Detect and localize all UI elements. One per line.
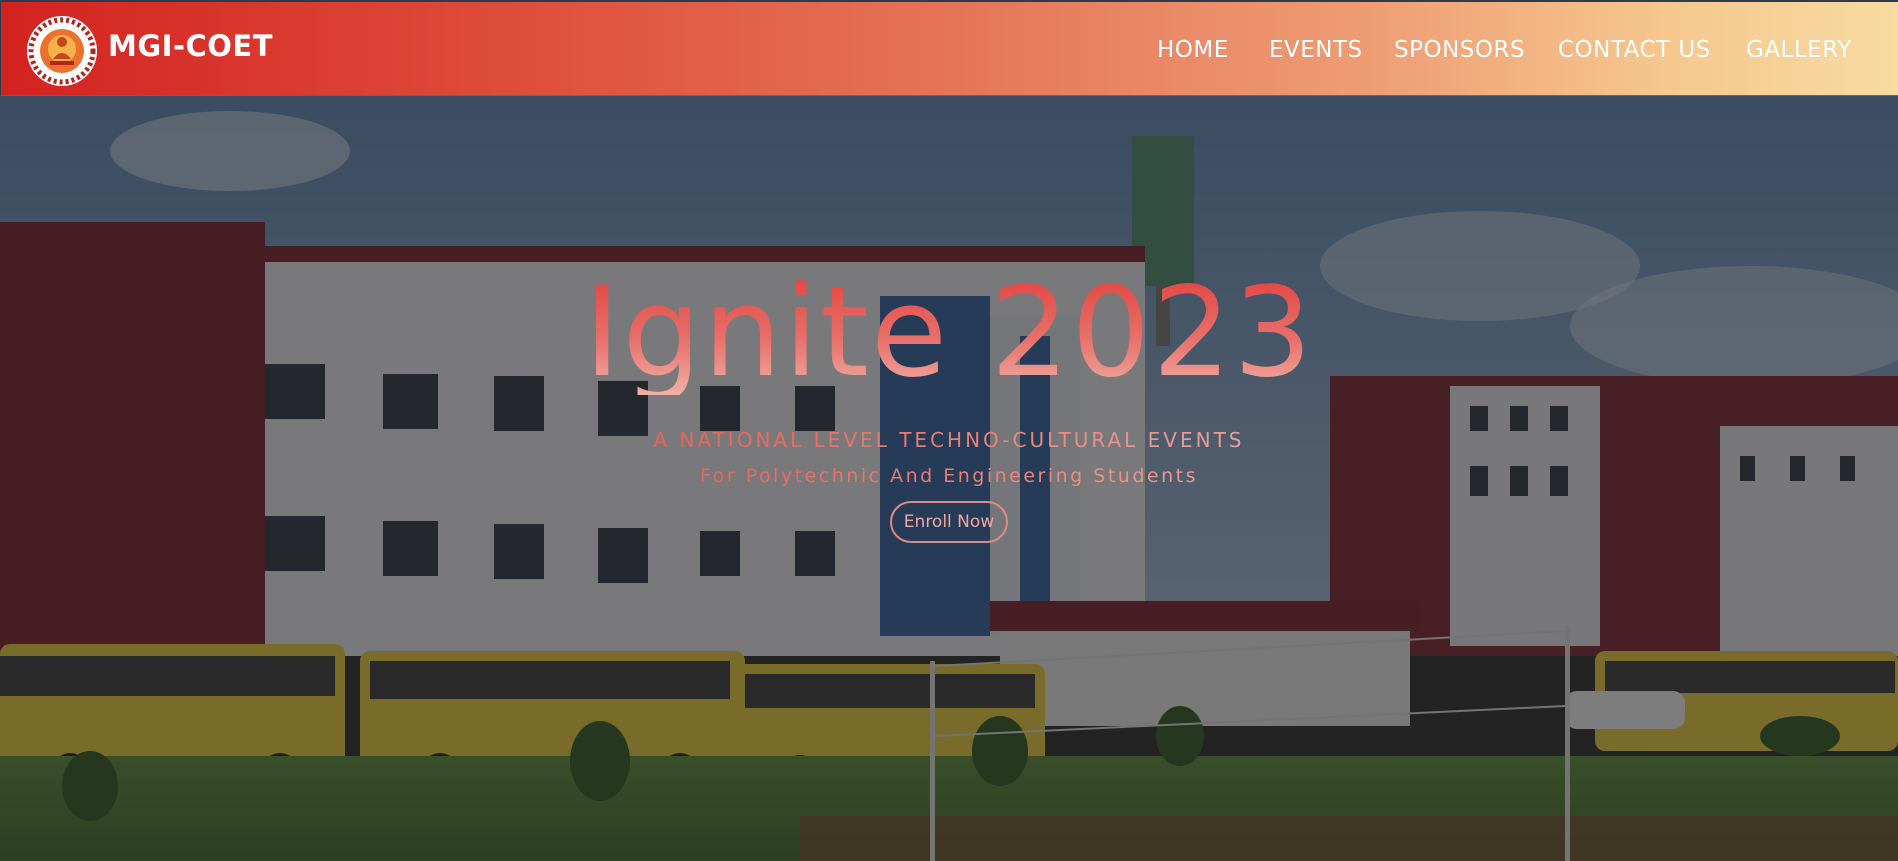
brand-name[interactable]: MGI-COET xyxy=(108,29,273,63)
enroll-now-button[interactable]: Enroll Now xyxy=(889,501,1009,543)
hero-tagline: A NATIONAL LEVEL TECHNO-CULTURAL EVENTS xyxy=(0,428,1898,452)
nav-gallery-link[interactable]: GALLERY xyxy=(1746,37,1852,63)
nav-home-link[interactable]: HOME xyxy=(1157,37,1229,63)
nav-contact-us-link[interactable]: CONTACT US xyxy=(1558,37,1711,63)
college-emblem-icon[interactable] xyxy=(26,15,98,87)
hero-title: Ignite 2023 xyxy=(0,271,1898,395)
top-navbar: MGI-COET HOME EVENTS SPONSORS CONTACT US… xyxy=(0,0,1898,96)
hero-section: Ignite 2023 A NATIONAL LEVEL TECHNO-CULT… xyxy=(0,96,1898,861)
cta-wrapper: Enroll Now xyxy=(0,501,1898,543)
nav-sponsors-link[interactable]: SPONSORS xyxy=(1394,37,1525,63)
hero-subtagline: For Polytechnic And Engineering Students xyxy=(0,465,1898,487)
nav-events-link[interactable]: EVENTS xyxy=(1269,37,1363,63)
